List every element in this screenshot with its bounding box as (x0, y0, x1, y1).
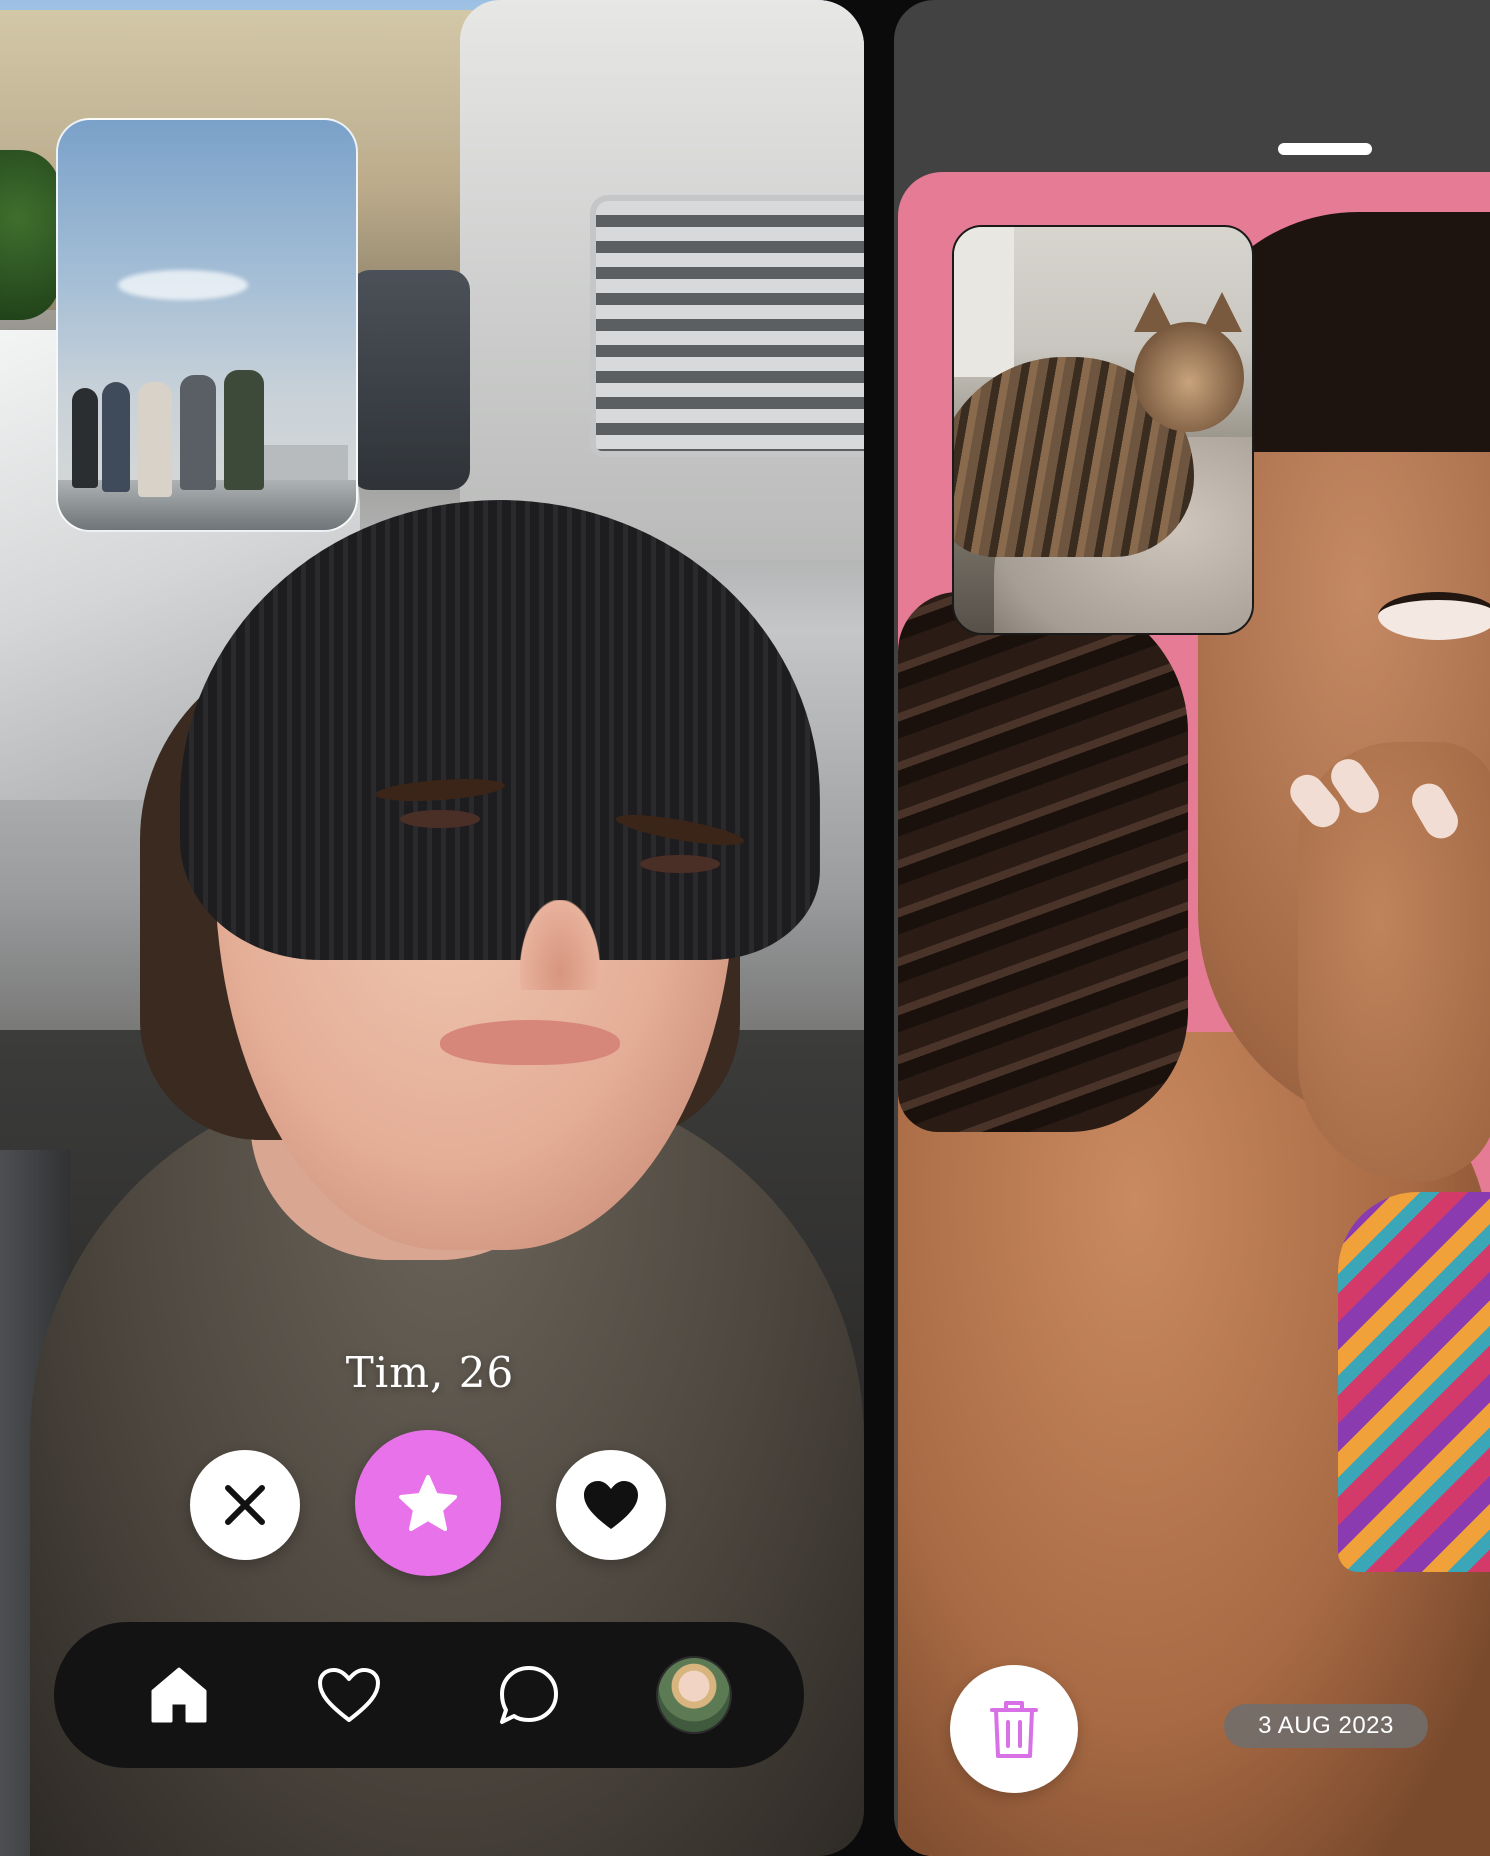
background-dark-car (350, 270, 470, 490)
friend-figure (72, 388, 98, 488)
lips (440, 1020, 620, 1065)
eye (1378, 592, 1490, 640)
profile-inset-photo[interactable] (56, 118, 358, 532)
profile-name-age: Tim, 26 (345, 1348, 515, 1397)
trash-icon (990, 1701, 1038, 1758)
home-indicator (1278, 143, 1372, 155)
truck-grille (590, 195, 864, 457)
bottom-nav-bar (54, 1622, 804, 1768)
superlike-button[interactable] (355, 1430, 501, 1576)
x-icon (225, 1485, 265, 1525)
friend-figure (138, 382, 172, 497)
nav-home[interactable] (134, 1622, 224, 1768)
chat-bubble-icon (500, 1666, 558, 1724)
dislike-button[interactable] (190, 1450, 300, 1560)
right-eye (640, 855, 720, 873)
like-button[interactable] (556, 1450, 666, 1560)
patterned-top (1338, 1192, 1490, 1572)
window (954, 227, 1014, 377)
braids (898, 592, 1188, 1132)
nose (520, 900, 600, 990)
friend-figure (224, 370, 264, 490)
nav-likes[interactable] (304, 1622, 394, 1768)
nav-profile[interactable] (656, 1622, 732, 1768)
home-icon (151, 1667, 207, 1723)
avatar (656, 1656, 732, 1734)
background-tree (0, 150, 60, 320)
heart-outline-icon (318, 1668, 380, 1722)
left-eye (400, 810, 480, 828)
cat-inset-photo[interactable] (952, 225, 1254, 635)
cloud (118, 270, 248, 300)
star-icon (399, 1475, 457, 1531)
heart-icon (584, 1481, 638, 1529)
cat-head (1134, 322, 1244, 432)
delete-button[interactable] (950, 1665, 1078, 1793)
friend-figure (180, 375, 216, 490)
nav-chat[interactable] (484, 1622, 574, 1768)
date-badge: 3 AUG 2023 (1224, 1704, 1428, 1748)
friend-figure (102, 382, 130, 492)
